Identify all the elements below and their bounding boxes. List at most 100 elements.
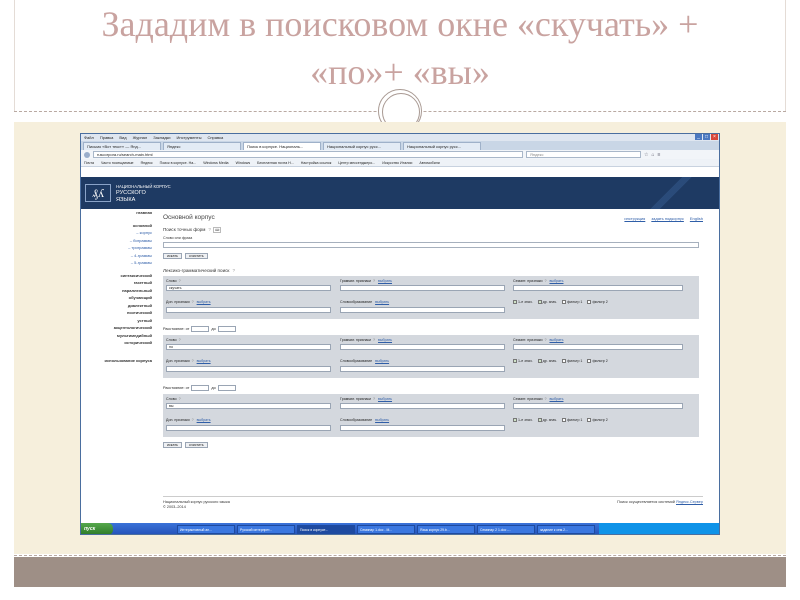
menu-edit[interactable]: Правка xyxy=(100,135,114,140)
sidebar-item-4grams[interactable]: – 4-граммы xyxy=(81,252,152,260)
choose-link[interactable]: выбрать xyxy=(549,279,563,283)
sidebar-item-poetic[interactable]: поэтический xyxy=(81,309,152,317)
menu-bookmarks[interactable]: Закладки xyxy=(153,135,170,140)
choose-link[interactable]: выбрать xyxy=(378,279,392,283)
extra-input[interactable] xyxy=(166,307,331,313)
menu-file[interactable]: Файл xyxy=(84,135,94,140)
site-logo[interactable]: ₰ʎ xyxy=(85,184,111,202)
keyboard-icon[interactable]: ⌨ xyxy=(212,227,222,233)
word-input[interactable]: по xyxy=(166,344,331,350)
help-icon[interactable]: ? xyxy=(208,227,211,232)
bookmark-item[interactable]: Центр мессенджеро... xyxy=(338,161,375,165)
tab-yandex[interactable]: Яндекс xyxy=(163,142,241,150)
sidebar-item-historical[interactable]: исторический xyxy=(81,339,152,347)
choose-link[interactable]: выбрать xyxy=(197,418,211,422)
menu-history[interactable]: Журнал xyxy=(133,135,148,140)
checkbox-filter-2[interactable]: фильтр 2 xyxy=(587,300,608,305)
tab-corpus-2[interactable]: Национальный корпус русс... xyxy=(323,142,401,150)
gram-input[interactable] xyxy=(340,344,505,350)
distance-to-input[interactable] xyxy=(217,326,236,332)
tab-corpus-3[interactable]: Национальный корпус русс... xyxy=(403,142,481,150)
checkbox-filter-1[interactable]: фильтр 1 xyxy=(562,418,582,423)
sidebar-item-multimedia[interactable]: мультимедийный xyxy=(81,332,152,340)
sidebar-item-spoken[interactable]: устный xyxy=(81,317,152,325)
bookmark-item[interactable]: Поиск в корпусе. На... xyxy=(160,161,197,165)
checkbox-filter-2[interactable]: фильтр 2 xyxy=(587,359,608,364)
sem-input[interactable] xyxy=(513,285,683,291)
menu-help[interactable]: Справка xyxy=(207,135,223,140)
extra-input[interactable] xyxy=(166,425,331,431)
checkbox-other-meaning[interactable]: др. знач. xyxy=(537,359,557,364)
search-button[interactable]: искать xyxy=(163,442,182,448)
choose-link[interactable]: выбрать xyxy=(197,359,211,363)
close-button[interactable]: × xyxy=(711,134,718,140)
tab-corpus-search[interactable]: Поиск в корпусе. Националь... xyxy=(243,142,321,150)
star-icon[interactable]: ☆ xyxy=(644,152,648,158)
subcorpus-link[interactable]: задать подкорпус xyxy=(651,216,684,221)
menu-icon[interactable]: ≡ xyxy=(658,152,661,158)
checkbox-first-meaning[interactable]: 1-е знач. xyxy=(513,418,533,423)
bookmark-item[interactable]: Бесплатная почта H... xyxy=(257,161,294,165)
help-icon[interactable]: ? xyxy=(232,268,235,273)
checkbox-filter-1[interactable]: фильтр 1 xyxy=(562,300,582,305)
word-input[interactable]: скучать xyxy=(166,285,331,291)
taskbar-item[interactable]: Семинар 2 1.doc -... xyxy=(477,524,535,534)
choose-link[interactable]: выбрать xyxy=(549,397,563,401)
checkbox-first-meaning[interactable]: 1-е знач. xyxy=(513,359,533,364)
sidebar-item-accent[interactable]: акцентологический xyxy=(81,324,152,332)
sidebar-item-newspaper[interactable]: газетный xyxy=(81,279,152,287)
url-field[interactable]: ruscorpora.ru/search-main.html xyxy=(93,151,523,158)
minimize-button[interactable]: _ xyxy=(695,134,702,140)
sidebar-item-learning[interactable]: обучающий xyxy=(81,294,152,302)
word-input[interactable]: вы xyxy=(166,403,331,409)
sidebar-item-dialect[interactable]: диалектный xyxy=(81,302,152,310)
choose-link[interactable]: выбрать xyxy=(375,300,389,304)
sidebar-item-syntax[interactable]: синтаксический xyxy=(81,272,152,280)
checkbox-first-meaning[interactable]: 1-е знач. xyxy=(513,300,533,305)
checkbox-filter-1[interactable]: фильтр 1 xyxy=(562,359,582,364)
menu-tools[interactable]: Инструменты xyxy=(177,135,202,140)
taskbar-item[interactable]: Интерактивный ан... xyxy=(177,524,235,534)
sidebar-item-bigrams[interactable]: – биграммы xyxy=(81,237,152,245)
search-button[interactable]: искать xyxy=(163,253,182,259)
distance-to-input[interactable] xyxy=(217,385,236,391)
sidebar-item-usage[interactable]: использование корпуса xyxy=(81,357,153,365)
yandex-server-link[interactable]: Яндекс.Сервер xyxy=(676,500,703,504)
choose-link[interactable]: выбрать xyxy=(378,397,392,401)
bookmark-item[interactable]: Искусство Италии xyxy=(382,161,412,165)
gram-input[interactable] xyxy=(340,403,505,409)
instructions-link[interactable]: инструкция xyxy=(624,216,645,221)
choose-link[interactable]: выбрать xyxy=(378,338,392,342)
sidebar-item-parallel[interactable]: параллельный xyxy=(81,287,152,295)
sem-input[interactable] xyxy=(513,403,683,409)
choose-link[interactable]: выбрать xyxy=(375,359,389,363)
taskbar-item[interactable]: задание к сем.2... xyxy=(537,524,595,534)
choose-link[interactable]: выбрать xyxy=(197,300,211,304)
checkbox-filter-2[interactable]: фильтр 2 xyxy=(587,418,608,423)
taskbar-item[interactable]: Поиск в корпусе... xyxy=(297,524,355,534)
distance-from-input[interactable] xyxy=(191,326,210,332)
checkbox-other-meaning[interactable]: др. знач. xyxy=(537,300,557,305)
tab-mail[interactable]: Письмо «Вот текст» — Янд... xyxy=(83,142,161,150)
extra-input[interactable] xyxy=(166,366,331,372)
bookmark-item[interactable]: Яндекс xyxy=(141,161,153,165)
start-button[interactable]: пуск xyxy=(81,523,113,534)
sidebar-item-home[interactable]: главная xyxy=(81,209,152,217)
bookmark-item[interactable]: Автомобили xyxy=(419,161,439,165)
sidebar-item-5grams[interactable]: – 5-граммы xyxy=(81,259,152,267)
sidebar-item-trigrams[interactable]: – триграммы xyxy=(81,244,152,252)
wordform-input[interactable] xyxy=(340,307,505,313)
home-icon[interactable]: ⌂ xyxy=(651,152,654,158)
clear-button[interactable]: очистить xyxy=(184,253,208,259)
exact-phrase-input[interactable] xyxy=(163,242,699,248)
checkbox-other-meaning[interactable]: др. знач. xyxy=(537,418,557,423)
clear-button[interactable]: очистить xyxy=(184,442,208,448)
wordform-input[interactable] xyxy=(340,366,505,372)
english-link[interactable]: English xyxy=(690,216,703,221)
distance-from-input[interactable] xyxy=(191,385,210,391)
browser-search-input[interactable]: Яндекс xyxy=(526,151,641,158)
taskbar-item[interactable]: Язык корпус 29.b... xyxy=(417,524,475,534)
maximize-button[interactable]: □ xyxy=(703,134,710,140)
wordform-input[interactable] xyxy=(340,425,505,431)
choose-link[interactable]: выбрать xyxy=(375,418,389,422)
